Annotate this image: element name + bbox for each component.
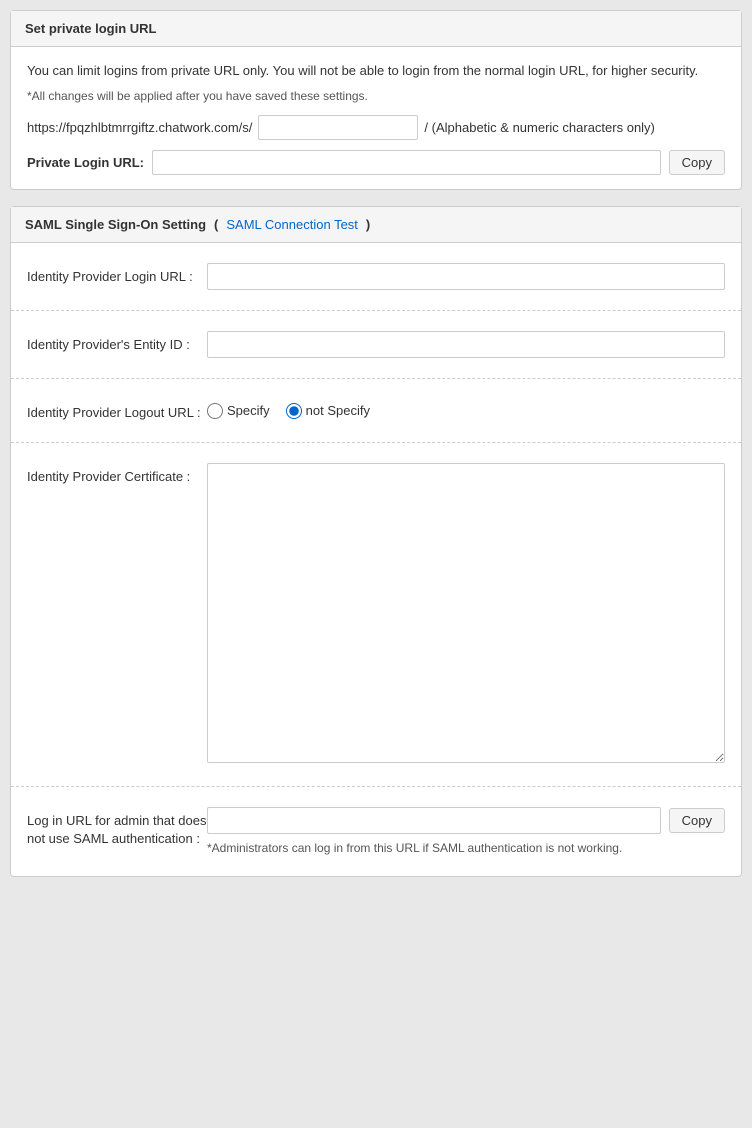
- admin-login-label: Log in URL for admin that does not use S…: [27, 807, 207, 848]
- idp-login-url-input[interactable]: [207, 263, 725, 290]
- url-slug-input[interactable]: [258, 115, 418, 140]
- private-login-label: Private Login URL:: [27, 155, 144, 170]
- idp-login-url-control: [207, 263, 725, 290]
- idp-entity-id-row: Identity Provider's Entity ID :: [11, 311, 741, 379]
- admin-login-row: Log in URL for admin that does not use S…: [11, 787, 741, 877]
- private-login-copy-button[interactable]: Copy: [669, 150, 725, 175]
- private-login-note: *All changes will be applied after you h…: [27, 89, 725, 103]
- private-login-info: You can limit logins from private URL on…: [27, 61, 725, 81]
- admin-login-note: *Administrators can log in from this URL…: [207, 840, 725, 857]
- saml-test-link[interactable]: SAML Connection Test: [226, 217, 358, 232]
- idp-cert-textarea[interactable]: [207, 463, 725, 763]
- specify-label: Specify: [227, 403, 270, 418]
- url-input-row: https://fpqzhlbtmrrgiftz.chatwork.com/s/…: [27, 115, 725, 140]
- url-prefix: https://fpqzhlbtmrrgiftz.chatwork.com/s/: [27, 120, 252, 135]
- not-specify-radio[interactable]: [286, 403, 302, 419]
- idp-logout-url-label: Identity Provider Logout URL :: [27, 399, 207, 422]
- idp-entity-id-label: Identity Provider's Entity ID :: [27, 331, 207, 354]
- private-login-row: Private Login URL: Copy: [27, 150, 725, 175]
- saml-header: SAML Single Sign-On Setting ( SAML Connec…: [11, 207, 741, 243]
- private-login-input[interactable]: [152, 150, 661, 175]
- saml-title: SAML Single Sign-On Setting: [25, 217, 206, 232]
- idp-logout-url-control: Specify not Specify: [207, 399, 725, 419]
- private-login-header: Set private login URL: [11, 11, 741, 47]
- private-login-card: Set private login URL You can limit logi…: [10, 10, 742, 190]
- admin-login-control: Copy *Administrators can log in from thi…: [207, 807, 725, 857]
- specify-radio[interactable]: [207, 403, 223, 419]
- saml-test-link-close: ): [366, 217, 370, 232]
- not-specify-label: not Specify: [306, 403, 370, 418]
- specify-option[interactable]: Specify: [207, 403, 270, 419]
- logout-url-radio-group: Specify not Specify: [207, 399, 725, 419]
- private-login-body: You can limit logins from private URL on…: [11, 47, 741, 189]
- idp-cert-control: [207, 463, 725, 766]
- idp-login-url-row: Identity Provider Login URL :: [11, 243, 741, 311]
- idp-entity-id-input[interactable]: [207, 331, 725, 358]
- idp-login-url-label: Identity Provider Login URL :: [27, 263, 207, 286]
- private-login-title: Set private login URL: [25, 21, 156, 36]
- url-suffix: / (Alphabetic & numeric characters only): [424, 120, 654, 135]
- saml-test-link-parens: (: [214, 217, 218, 232]
- idp-logout-url-row: Identity Provider Logout URL : Specify n…: [11, 379, 741, 443]
- admin-login-url-input[interactable]: [207, 807, 661, 834]
- admin-login-input-row: Copy: [207, 807, 725, 834]
- idp-entity-id-control: [207, 331, 725, 358]
- idp-cert-row: Identity Provider Certificate :: [11, 443, 741, 787]
- not-specify-option[interactable]: not Specify: [286, 403, 370, 419]
- idp-cert-label: Identity Provider Certificate :: [27, 463, 207, 486]
- admin-login-copy-button[interactable]: Copy: [669, 808, 725, 833]
- saml-card: SAML Single Sign-On Setting ( SAML Connec…: [10, 206, 742, 878]
